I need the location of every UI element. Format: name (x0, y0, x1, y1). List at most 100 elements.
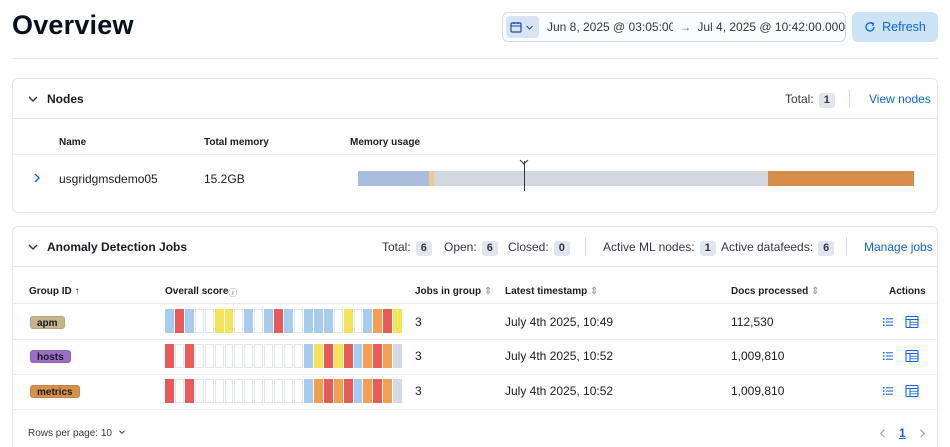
chevron-left-icon[interactable] (878, 428, 887, 438)
col-jobs-in-group[interactable]: Jobs in group ⇕ (415, 286, 492, 297)
score-cell[interactable] (293, 344, 304, 368)
score-cell[interactable] (244, 379, 255, 403)
score-cell[interactable] (254, 379, 265, 403)
chevron-right-icon[interactable] (918, 428, 927, 438)
score-cell[interactable] (234, 309, 245, 333)
chevron-down-icon[interactable] (27, 93, 39, 105)
score-cell[interactable] (313, 379, 324, 403)
view-nodes-link[interactable]: View nodes (869, 92, 931, 106)
score-cell[interactable] (284, 309, 294, 333)
score-cell[interactable] (264, 379, 275, 403)
score-cell[interactable] (343, 309, 354, 333)
col-docs-processed[interactable]: Docs processed ⇕ (731, 286, 819, 297)
col-total-memory[interactable]: Total memory (204, 137, 269, 148)
score-cell[interactable] (284, 344, 294, 368)
score-cell[interactable] (323, 309, 334, 333)
score-cell[interactable] (333, 379, 344, 403)
score-cell[interactable] (274, 344, 285, 368)
score-cell[interactable] (224, 309, 235, 333)
score-cell[interactable] (383, 344, 394, 368)
score-cell[interactable] (264, 309, 275, 333)
score-cell[interactable] (343, 344, 354, 368)
group-badge-metrics[interactable]: metrics (30, 385, 80, 398)
score-cell[interactable] (165, 344, 175, 368)
overall-score-swimlane[interactable] (165, 379, 404, 403)
score-cell[interactable] (373, 379, 384, 403)
score-cell[interactable] (184, 379, 195, 403)
score-cell[interactable] (204, 309, 215, 333)
score-cell[interactable] (353, 379, 364, 403)
info-icon[interactable]: ⓘ (228, 288, 237, 298)
jobs-title[interactable]: Anomaly Detection Jobs (47, 240, 187, 254)
score-cell[interactable] (313, 309, 324, 333)
score-cell[interactable] (383, 309, 394, 333)
page-number-1[interactable]: 1 (899, 426, 906, 440)
score-cell[interactable] (174, 379, 185, 403)
score-cell[interactable] (393, 379, 404, 403)
score-cell[interactable] (264, 344, 275, 368)
score-cell[interactable] (383, 379, 394, 403)
manage-jobs-link[interactable]: Manage jobs (864, 240, 933, 254)
score-cell[interactable] (194, 379, 205, 403)
overall-score-swimlane[interactable] (165, 344, 404, 368)
score-cell[interactable] (234, 344, 245, 368)
chevron-down-icon[interactable] (27, 241, 39, 253)
score-cell[interactable] (224, 379, 235, 403)
quick-select-button[interactable] (506, 16, 539, 38)
list-icon[interactable] (882, 316, 894, 328)
score-cell[interactable] (303, 309, 314, 333)
score-cell[interactable] (293, 379, 304, 403)
overall-score-swimlane[interactable] (165, 309, 404, 333)
table-view-icon[interactable] (905, 315, 919, 329)
group-badge-hosts[interactable]: hosts (30, 350, 71, 363)
score-cell[interactable] (204, 344, 215, 368)
list-icon[interactable] (882, 385, 894, 397)
score-cell[interactable] (214, 344, 225, 368)
score-cell[interactable] (323, 379, 334, 403)
score-cell[interactable] (363, 379, 374, 403)
score-cell[interactable] (303, 344, 314, 368)
col-latest-timestamp[interactable]: Latest timestamp ⇕ (505, 286, 598, 297)
score-cell[interactable] (343, 379, 354, 403)
score-cell[interactable] (373, 344, 384, 368)
score-cell[interactable] (373, 309, 384, 333)
score-cell[interactable] (254, 309, 265, 333)
score-cell[interactable] (224, 344, 235, 368)
score-cell[interactable] (313, 344, 324, 368)
score-cell[interactable] (234, 379, 245, 403)
score-cell[interactable] (194, 344, 205, 368)
chevron-right-icon[interactable] (32, 173, 42, 183)
score-cell[interactable] (353, 309, 364, 333)
score-cell[interactable] (353, 344, 364, 368)
date-range-picker[interactable]: Jun 8, 2025 @ 03:05:00.0... → Jul 4, 202… (502, 12, 846, 42)
score-cell[interactable] (293, 309, 304, 333)
col-overall-score[interactable]: Overall scoreⓘ (165, 286, 237, 299)
score-cell[interactable] (333, 344, 344, 368)
col-memory-usage[interactable]: Memory usage (350, 137, 420, 148)
score-cell[interactable] (333, 309, 344, 333)
refresh-button[interactable]: Refresh (852, 12, 938, 42)
group-badge-apm[interactable]: apm (30, 316, 65, 329)
date-end[interactable]: Jul 4, 2025 @ 10:42:00.000 (697, 20, 845, 34)
list-icon[interactable] (882, 350, 894, 362)
score-cell[interactable] (214, 309, 225, 333)
score-cell[interactable] (204, 379, 215, 403)
col-name[interactable]: Name (59, 137, 86, 148)
score-cell[interactable] (363, 344, 374, 368)
score-cell[interactable] (254, 344, 265, 368)
score-cell[interactable] (303, 379, 314, 403)
score-cell[interactable] (194, 309, 205, 333)
score-cell[interactable] (184, 344, 195, 368)
table-view-icon[interactable] (905, 384, 919, 398)
score-cell[interactable] (393, 309, 404, 333)
score-cell[interactable] (323, 344, 334, 368)
table-view-icon[interactable] (905, 349, 919, 363)
nodes-title[interactable]: Nodes (47, 92, 84, 106)
score-cell[interactable] (174, 344, 185, 368)
score-cell[interactable] (184, 309, 195, 333)
score-cell[interactable] (284, 379, 294, 403)
score-cell[interactable] (214, 379, 225, 403)
score-cell[interactable] (165, 379, 175, 403)
score-cell[interactable] (274, 309, 285, 333)
score-cell[interactable] (165, 309, 175, 333)
